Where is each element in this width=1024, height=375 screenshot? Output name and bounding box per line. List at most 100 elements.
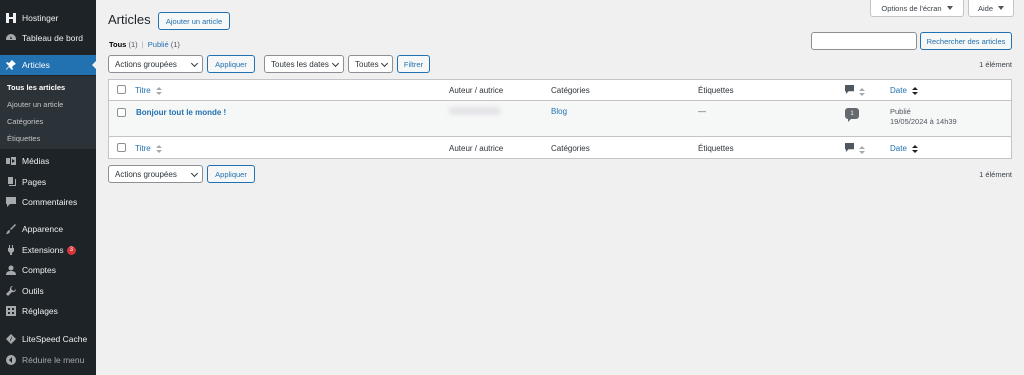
filter-published-count: (1) bbox=[170, 40, 180, 49]
sidebar-item-label: Hostinger bbox=[22, 13, 59, 23]
collapse-menu-label: Réduire le menu bbox=[22, 355, 85, 365]
pages-icon bbox=[8, 177, 16, 186]
sidebar-item-accounts[interactable]: Comptes bbox=[0, 260, 96, 280]
sidebar-item-hostinger[interactable]: Hostinger bbox=[0, 8, 96, 28]
apply-bulk-button[interactable]: Appliquer bbox=[207, 55, 255, 73]
chevron-down-icon bbox=[190, 59, 199, 68]
help-button[interactable]: Aide bbox=[968, 0, 1014, 17]
plugin-icon bbox=[8, 245, 14, 255]
add-article-button[interactable]: Ajouter un article bbox=[158, 12, 230, 30]
column-categories-footer: Catégories bbox=[551, 144, 590, 153]
sidebar-item-label: LiteSpeed Cache bbox=[22, 334, 88, 344]
sort-icon bbox=[859, 87, 866, 96]
select-all-checkbox[interactable] bbox=[117, 85, 126, 94]
column-title-header[interactable]: Titre bbox=[135, 86, 162, 95]
sidebar-item-settings[interactable]: Réglages bbox=[0, 301, 96, 321]
filter-all-link[interactable]: Tous bbox=[109, 40, 126, 49]
sidebar-item-pages[interactable]: Pages bbox=[0, 172, 96, 192]
column-comments-footer[interactable] bbox=[845, 143, 866, 154]
sidebar-item-label: Commentaires bbox=[22, 197, 78, 207]
collapse-arrow-icon bbox=[6, 355, 16, 365]
sidebar-item-label: Outils bbox=[22, 286, 44, 296]
select-all-checkbox-footer[interactable] bbox=[117, 143, 126, 152]
sort-desc-icon bbox=[912, 144, 919, 153]
sidebar-item-label: Extensions bbox=[22, 245, 64, 255]
post-status: Publié bbox=[890, 107, 911, 116]
comment-icon bbox=[845, 85, 854, 94]
column-comments-header[interactable] bbox=[845, 85, 866, 96]
screen-options-button[interactable]: Options de l'écran bbox=[870, 0, 964, 17]
sort-desc-icon bbox=[912, 86, 919, 95]
category-filter-value: Toutes bbox=[355, 59, 379, 69]
column-date-label: Date bbox=[890, 144, 907, 153]
sidebar-item-media[interactable]: Médias bbox=[0, 151, 96, 171]
sidebar-item-dashboard[interactable]: Tableau de bord bbox=[0, 28, 96, 48]
filter-published-link[interactable]: Publié bbox=[148, 40, 169, 49]
filter-all-count: (1) bbox=[128, 40, 138, 49]
sort-icon bbox=[859, 145, 866, 154]
chevron-down-icon bbox=[190, 169, 199, 178]
sidebar-item-comments[interactable]: Commentaires bbox=[0, 192, 96, 212]
admin-sidebar: Hostinger Tableau de bord Articles Tous … bbox=[0, 0, 96, 375]
sidebar-item-label: Réglages bbox=[22, 306, 58, 316]
column-title-label: Titre bbox=[135, 86, 151, 95]
column-author-header: Auteur / autrice bbox=[449, 86, 504, 95]
caret-down-icon bbox=[946, 6, 953, 10]
row-checkbox[interactable] bbox=[117, 108, 126, 117]
comments-icon bbox=[6, 197, 16, 207]
filter-separator: | bbox=[141, 40, 144, 49]
item-count: 1 élément bbox=[979, 60, 1012, 69]
sidebar-item-appearance[interactable]: Apparence bbox=[0, 219, 96, 239]
sidebar-item-litespeed[interactable]: LiteSpeed Cache bbox=[0, 329, 96, 349]
apply-bulk-button-bottom[interactable]: Appliquer bbox=[207, 165, 255, 183]
screen-options-label: Options de l'écran bbox=[881, 3, 942, 13]
sort-icon bbox=[155, 86, 162, 95]
help-label: Aide bbox=[977, 3, 993, 13]
submenu-categories[interactable]: Catégories bbox=[7, 117, 43, 126]
row-divider bbox=[109, 136, 1011, 137]
bulk-actions-select-bottom[interactable]: Actions groupées bbox=[108, 165, 203, 183]
sidebar-item-label: Pages bbox=[22, 177, 47, 187]
sidebar-item-extensions[interactable]: Extensions 3 bbox=[0, 240, 96, 260]
articles-submenu: Tous les articles Ajouter un article Cat… bbox=[0, 76, 96, 149]
hostinger-logo-icon bbox=[6, 13, 16, 23]
column-date-header[interactable]: Date bbox=[890, 86, 919, 95]
users-icon bbox=[6, 265, 16, 275]
sidebar-item-tools[interactable]: Outils bbox=[0, 281, 96, 301]
bulk-actions-value: Actions groupées bbox=[115, 59, 177, 69]
submenu-add-article[interactable]: Ajouter un article bbox=[7, 100, 63, 109]
articles-table: Titre Auteur / autrice Catégories Étique… bbox=[108, 79, 1012, 159]
filter-button[interactable]: Filtrer bbox=[397, 55, 430, 73]
item-count-bottom: 1 élément bbox=[979, 170, 1012, 179]
comment-icon bbox=[845, 143, 854, 152]
brush-icon bbox=[6, 224, 16, 234]
collapse-menu-button[interactable]: Réduire le menu bbox=[0, 350, 96, 370]
search-articles-button[interactable]: Rechercher des articles bbox=[920, 32, 1012, 50]
category-filter-select[interactable]: Toutes bbox=[348, 55, 393, 73]
caret-down-icon bbox=[998, 6, 1004, 10]
submenu-all-articles[interactable]: Tous les articles bbox=[7, 83, 65, 92]
column-date-label: Date bbox=[890, 86, 907, 95]
sidebar-item-label: Tableau de bord bbox=[22, 33, 83, 43]
post-category-link[interactable]: Blog bbox=[551, 107, 567, 116]
settings-icon bbox=[6, 306, 16, 316]
column-date-footer[interactable]: Date bbox=[890, 144, 919, 153]
chevron-down-icon bbox=[331, 59, 340, 68]
post-title-link[interactable]: Bonjour tout le monde ! bbox=[136, 108, 226, 117]
post-author-redacted bbox=[449, 107, 501, 115]
search-input[interactable] bbox=[811, 32, 917, 50]
media-icon bbox=[6, 157, 16, 165]
sidebar-item-label: Articles bbox=[22, 60, 50, 70]
update-count-badge: 3 bbox=[66, 245, 76, 255]
chevron-down-icon bbox=[380, 59, 389, 68]
column-categories-header: Catégories bbox=[551, 86, 590, 95]
sidebar-item-articles[interactable]: Articles bbox=[0, 55, 96, 75]
page-title: Articles bbox=[108, 12, 151, 27]
column-title-footer[interactable]: Titre bbox=[135, 144, 162, 153]
comment-count-bubble[interactable]: 1 bbox=[845, 108, 859, 122]
date-filter-select[interactable]: Toutes les dates bbox=[264, 55, 344, 73]
status-filters: Tous (1) | Publié (1) bbox=[109, 40, 180, 49]
submenu-tags[interactable]: Étiquettes bbox=[7, 134, 40, 143]
bulk-actions-select[interactable]: Actions groupées bbox=[108, 55, 203, 73]
column-title-label: Titre bbox=[135, 144, 151, 153]
